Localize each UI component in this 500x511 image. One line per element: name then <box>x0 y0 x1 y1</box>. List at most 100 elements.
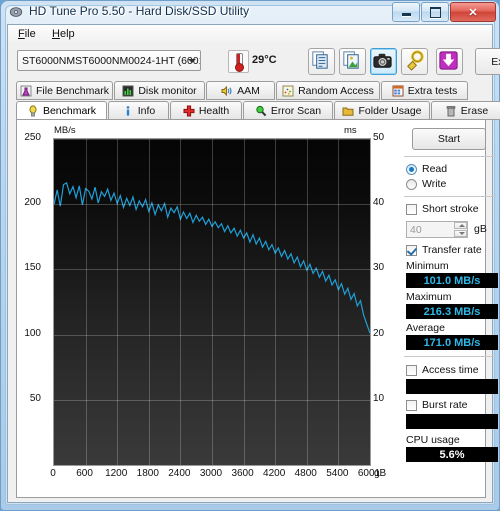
tab-folder-usage-label: Folder Usage <box>358 104 422 117</box>
x-tick-label: 0 <box>50 468 56 479</box>
chevron-down-icon <box>188 59 196 63</box>
x-tick-label: 4800 <box>294 468 317 479</box>
tab-health[interactable]: Health <box>170 101 242 120</box>
cpu-usage-label: CPU usage <box>406 434 460 446</box>
y2-axis-unit: ms <box>344 125 357 136</box>
trash-icon <box>445 105 457 117</box>
stepper-down-icon[interactable] <box>454 230 467 237</box>
copy-image-button[interactable] <box>339 48 366 75</box>
temperature-value: 29°C <box>252 54 277 66</box>
checkbox-short-stroke-label: Short stroke <box>422 203 479 215</box>
bar-chart-icon <box>122 85 134 97</box>
gridline-vertical <box>307 139 308 465</box>
chart-plot-area <box>53 138 371 466</box>
y-tick-label: 150 <box>24 262 41 274</box>
radio-write-label: Write <box>422 178 447 190</box>
stepper-up-icon[interactable] <box>454 222 467 229</box>
average-label: Average <box>406 322 445 334</box>
minimize-button[interactable] <box>392 2 420 22</box>
info-icon <box>122 105 134 117</box>
maximize-button[interactable] <box>421 2 449 22</box>
y-tick-label: 50 <box>29 392 41 404</box>
cpu-usage-value: 5.6% <box>406 447 498 462</box>
menu-file[interactable]: File <box>18 28 36 40</box>
magnifier-icon <box>255 105 267 117</box>
tab-error-scan-label: Error Scan <box>270 104 322 117</box>
y2-tick-label: 30 <box>373 262 385 274</box>
y2-tick-label: 10 <box>373 392 385 404</box>
client-area: File Help ST6000NMST6000NM0024-1HT (6001… <box>7 24 500 503</box>
tab-info[interactable]: Info <box>108 101 169 120</box>
close-icon: ✕ <box>468 6 478 19</box>
minimum-label: Minimum <box>406 260 449 272</box>
checkbox-transfer-rate-label: Transfer rate <box>422 244 482 256</box>
checkbox-access-time-indicator <box>406 365 417 376</box>
radio-read-label: Read <box>422 163 448 175</box>
menu-help[interactable]: Help <box>52 28 75 40</box>
drive-select-value: ST6000NMST6000NM0024-1HT (6001 gB <box>22 55 201 67</box>
start-button-label: Start <box>437 133 461 145</box>
tab-disk-monitor-label: Disk monitor <box>138 84 197 97</box>
gridline-vertical <box>338 139 339 465</box>
tab-erase[interactable]: Erase <box>431 101 500 120</box>
gridline-vertical <box>212 139 213 465</box>
temperature-display: 29°C <box>226 49 302 73</box>
maximum-value: 216.3 MB/s <box>406 304 498 319</box>
tab-aam[interactable]: AAM <box>206 81 275 100</box>
tab-folder-usage[interactable]: Folder Usage <box>334 101 430 120</box>
tab-file-benchmark-label: File Benchmark <box>36 84 109 97</box>
gridline-vertical <box>180 139 181 465</box>
maximize-icon <box>429 6 441 18</box>
start-button[interactable]: Start <box>412 128 486 150</box>
exit-button[interactable]: Exit <box>475 48 500 75</box>
access-time-value <box>406 379 498 394</box>
gridline-vertical <box>149 139 150 465</box>
close-button[interactable]: ✕ <box>450 2 496 22</box>
tab-file-benchmark[interactable]: File Benchmark <box>16 81 113 100</box>
x-axis-unit: gB <box>374 468 387 479</box>
tab-random-access[interactable]: Random Access <box>276 81 380 100</box>
y-tick-label: 250 <box>24 132 41 143</box>
checkbox-burst-rate-label: Burst rate <box>422 399 468 411</box>
radio-write-indicator <box>406 179 417 190</box>
download-arrow-icon <box>439 51 458 70</box>
minimum-value: 101.0 MB/s <box>406 273 498 288</box>
copy-text-button[interactable] <box>308 48 335 75</box>
bulb-icon <box>27 104 39 117</box>
x-tick-label: 3000 <box>199 468 223 479</box>
checkbox-short-stroke-indicator <box>406 204 417 215</box>
drive-select[interactable]: ST6000NMST6000NM0024-1HT (6001 gB <box>17 50 201 71</box>
y2-tick-label: 40 <box>373 197 385 209</box>
tab-error-scan[interactable]: Error Scan <box>243 101 333 120</box>
tab-extra-tests[interactable]: Extra tests <box>381 81 468 100</box>
tab-info-label: Info <box>137 104 156 117</box>
gridline-vertical <box>370 139 371 465</box>
options-button[interactable] <box>401 48 428 75</box>
x-tick-label: 5400 <box>326 468 349 479</box>
screenshot-button[interactable] <box>370 48 397 75</box>
save-button[interactable] <box>436 48 463 75</box>
menu-file-rest: ile <box>24 28 36 40</box>
maximum-label: Maximum <box>406 291 452 303</box>
tab-row-bottom: Benchmark Info Health Error Scan Folder … <box>16 101 500 120</box>
flask-icon <box>20 85 32 97</box>
speaker-icon <box>221 85 233 97</box>
grid-icon <box>392 85 404 97</box>
x-tick-label: 4200 <box>263 468 286 479</box>
tab-benchmark-label: Benchmark <box>42 104 97 117</box>
checkbox-transfer-rate-indicator <box>406 245 417 256</box>
control-panel: Start Read Write Short stroke 40 gB Tran… <box>398 120 498 497</box>
cross-icon <box>183 105 195 117</box>
tab-disk-monitor[interactable]: Disk monitor <box>114 81 205 100</box>
benchmark-page: MB/s ms 50 100 150 200 250 10 20 30 40 50 0 600 12… <box>16 119 498 498</box>
tab-benchmark[interactable]: Benchmark <box>16 101 107 120</box>
toolbar-buttons: Exit <box>308 48 500 75</box>
app-logo-icon <box>9 7 23 17</box>
burst-rate-value <box>406 414 498 429</box>
short-stroke-stepper[interactable]: 40 <box>406 221 468 238</box>
gridline-vertical <box>117 139 118 465</box>
short-stroke-unit: gB <box>474 223 487 235</box>
checkbox-access-time-label: Access time <box>422 364 479 376</box>
copy-text-icon <box>312 51 328 69</box>
y2-tick-label: 20 <box>373 327 385 339</box>
